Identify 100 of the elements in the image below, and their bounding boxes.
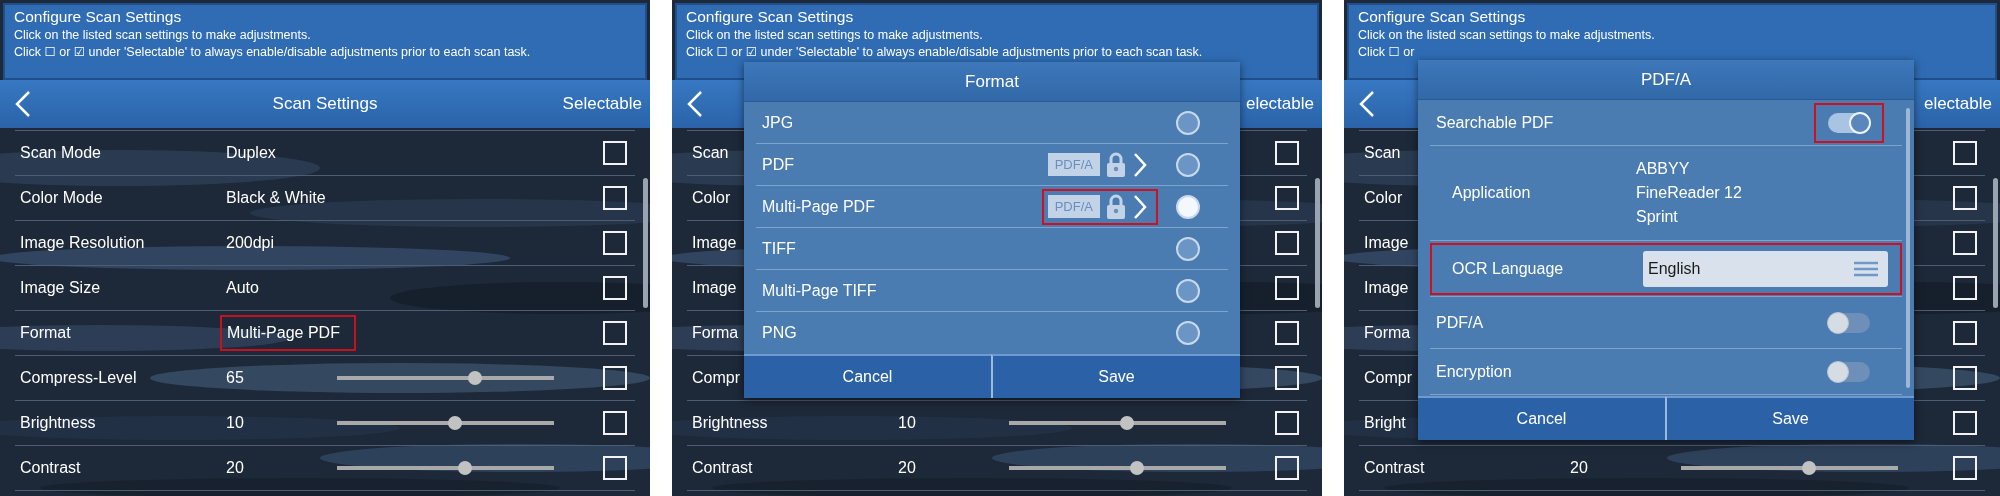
setting-label: Compress-Level <box>20 369 137 386</box>
instruction-text: Click on the listed scan settings to make adjustments. <box>686 27 984 44</box>
setting-label: Compr <box>1364 369 1412 386</box>
lock-icon <box>1106 193 1126 220</box>
setting-label: Compr <box>692 369 740 386</box>
setting-label: Image <box>692 279 737 296</box>
checkbox[interactable] <box>1953 186 1977 210</box>
option-label[interactable]: PDF <box>762 152 794 177</box>
checkbox[interactable] <box>1953 141 1977 165</box>
toggle-switch[interactable] <box>1828 112 1870 133</box>
toggle-switch[interactable] <box>1828 361 1870 382</box>
select-value: English <box>1648 258 1701 279</box>
checkbox[interactable] <box>1953 366 1977 390</box>
setting-label: Image Size <box>20 279 101 296</box>
option-label[interactable]: Multi-Page TIFF <box>762 278 877 303</box>
panel-title: Configure Scan Settings <box>14 7 183 27</box>
toggle-switch[interactable] <box>1828 312 1870 333</box>
checkbox[interactable] <box>603 231 627 255</box>
scrollbar[interactable] <box>643 178 648 308</box>
checkbox[interactable] <box>1953 456 1977 480</box>
checkbox[interactable] <box>603 411 627 435</box>
checkbox[interactable] <box>1275 411 1299 435</box>
checkbox[interactable] <box>1275 366 1299 390</box>
setting-label: Contrast <box>1364 459 1425 476</box>
checkbox[interactable] <box>603 141 627 165</box>
setting-value: ABBYY FineReader 12 Sprint <box>1636 159 1742 227</box>
option-label[interactable]: JPG <box>762 110 794 135</box>
setting-value: 10 <box>225 413 245 433</box>
dialog-button[interactable]: Cancel <box>744 354 991 398</box>
radio-button[interactable] <box>1176 194 1200 219</box>
scrollbar[interactable] <box>1315 178 1320 308</box>
chevron-icon[interactable] <box>1132 193 1148 220</box>
setting-label: Color <box>1364 189 1403 206</box>
chevron-icon[interactable] <box>1132 151 1148 178</box>
setting-label: Contrast <box>20 459 81 476</box>
checkbox[interactable] <box>1953 411 1977 435</box>
column-heading: Selectable <box>562 93 643 116</box>
scrollbar[interactable] <box>1906 108 1910 388</box>
setting-label: Scan <box>1364 144 1401 161</box>
setting-value: 65 <box>225 368 245 388</box>
checkbox[interactable] <box>1275 276 1299 300</box>
checkbox[interactable] <box>1953 276 1977 300</box>
panel-title: Configure Scan Settings <box>1358 7 1527 27</box>
setting-label: PDF/A <box>1436 312 1484 333</box>
setting-label: Encryption <box>1436 361 1512 382</box>
back-icon[interactable] <box>686 90 704 118</box>
setting-value: 10 <box>897 413 917 433</box>
setting-label: Image <box>1364 279 1409 296</box>
radio-button[interactable] <box>1176 236 1200 261</box>
checkbox[interactable] <box>603 276 627 300</box>
setting-label: Searchable PDF <box>1436 112 1554 133</box>
instruction-text: Click ☐ or ☑ under 'Selectable' to always enable/disable adjustments prior to each scan task. <box>686 44 1204 61</box>
setting-value: 20 <box>1569 458 1589 478</box>
radio-button[interactable] <box>1176 278 1200 303</box>
setting-label: Forma <box>1364 324 1411 341</box>
checkbox[interactable] <box>1953 231 1977 255</box>
radio-button[interactable] <box>1176 321 1200 345</box>
column-heading: electable <box>1923 93 1993 116</box>
select-field[interactable]: English <box>1643 250 1888 287</box>
radio-button[interactable] <box>1176 110 1200 135</box>
lock-icon <box>1106 151 1126 178</box>
checkbox[interactable] <box>603 456 627 480</box>
dialog-button[interactable]: Save <box>991 354 1240 398</box>
option-label[interactable]: PNG <box>762 321 797 345</box>
radio-button[interactable] <box>1176 152 1200 177</box>
setting-label: Scan Mode <box>20 144 101 161</box>
setting-label: Forma <box>692 324 739 341</box>
checkbox[interactable] <box>1953 321 1977 345</box>
checkbox[interactable] <box>1275 231 1299 255</box>
back-icon[interactable] <box>14 90 32 118</box>
instruction-text: Click ☐ or ☑ under 'Selectable' to always enable/disable adjustments prior to each scan task. <box>14 44 532 61</box>
setting-value: Black & White <box>225 188 327 208</box>
scrollbar[interactable] <box>1993 178 1998 308</box>
option-label[interactable]: TIFF <box>762 236 796 261</box>
setting-label: Image <box>692 234 737 251</box>
instruction-text: Click on the listed scan settings to make adjustments. <box>1358 27 1656 44</box>
checkbox[interactable] <box>1275 456 1299 480</box>
column-heading: electable <box>1245 93 1315 116</box>
setting-label: Image <box>1364 234 1409 251</box>
setting-label: Contrast <box>692 459 753 476</box>
dialog-button[interactable]: Cancel <box>1418 396 1665 440</box>
checkbox[interactable] <box>603 321 627 345</box>
dialog-title: Format <box>744 62 1240 102</box>
option-label[interactable]: Multi-Page PDF <box>762 194 875 219</box>
instruction-text: Click on the listed scan settings to make adjustments. <box>14 27 312 44</box>
dialog-button[interactable]: Save <box>1665 396 1914 440</box>
back-icon[interactable] <box>1358 90 1376 118</box>
checkbox[interactable] <box>603 366 627 390</box>
checkbox[interactable] <box>1275 141 1299 165</box>
setting-label: Brightness <box>20 414 96 431</box>
setting-value: 20 <box>225 458 245 478</box>
setting-label: Format <box>20 324 71 341</box>
checkbox[interactable] <box>1275 186 1299 210</box>
dialog-title: PDF/A <box>1418 60 1914 100</box>
checkbox[interactable] <box>603 186 627 210</box>
setting-value: 20 <box>897 458 917 478</box>
checkbox[interactable] <box>1275 321 1299 345</box>
setting-value: Duplex <box>225 143 277 163</box>
setting-label: OCR Language <box>1452 258 1564 279</box>
format-badge: PDF/A <box>1047 152 1100 177</box>
